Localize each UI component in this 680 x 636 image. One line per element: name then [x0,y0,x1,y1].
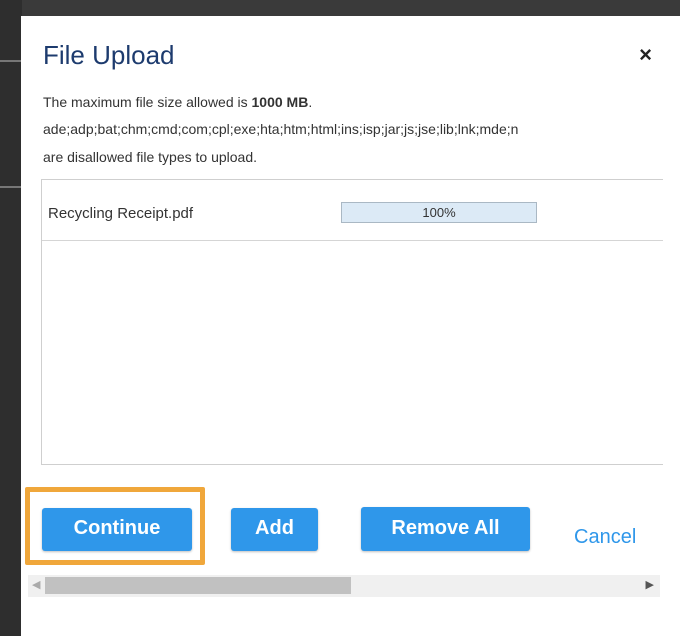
add-button[interactable]: Add [231,508,318,551]
max-size-value: 1000 MB [251,94,309,110]
upload-progress-bar: 100% [341,202,537,223]
scroll-right-arrow-icon[interactable]: ▶ [646,578,654,591]
background-line [0,60,22,62]
file-row: Recycling Receipt.pdf 100% [42,180,663,241]
upload-progress-text: 100% [422,205,456,220]
remove-all-button[interactable]: Remove All [361,507,530,551]
file-upload-dialog: File Upload × The maximum file size allo… [21,16,680,636]
dialog-title: File Upload [43,40,175,70]
scroll-left-arrow-icon[interactable]: ◀ [32,578,40,591]
background-page [0,0,22,636]
file-list-panel: Recycling Receipt.pdf 100% [41,179,663,465]
continue-button[interactable]: Continue [42,508,192,551]
horizontal-scrollbar[interactable]: ◀ ▶ [28,575,660,597]
max-size-suffix: . [308,94,313,110]
disallowed-types-list: ade;adp;bat;chm;cmd;com;cpl;exe;hta;htm;… [43,121,519,137]
disallowed-types-note: are disallowed file types to upload. [43,149,258,165]
max-size-prefix: The maximum file size allowed is [43,94,252,110]
cancel-link[interactable]: Cancel [574,526,636,549]
close-icon[interactable]: × [639,42,652,68]
scrollbar-thumb[interactable] [45,577,351,594]
max-size-info: The maximum file size allowed is 1000 MB… [43,94,312,110]
background-line [0,186,22,188]
file-name: Recycling Receipt.pdf [48,205,194,222]
